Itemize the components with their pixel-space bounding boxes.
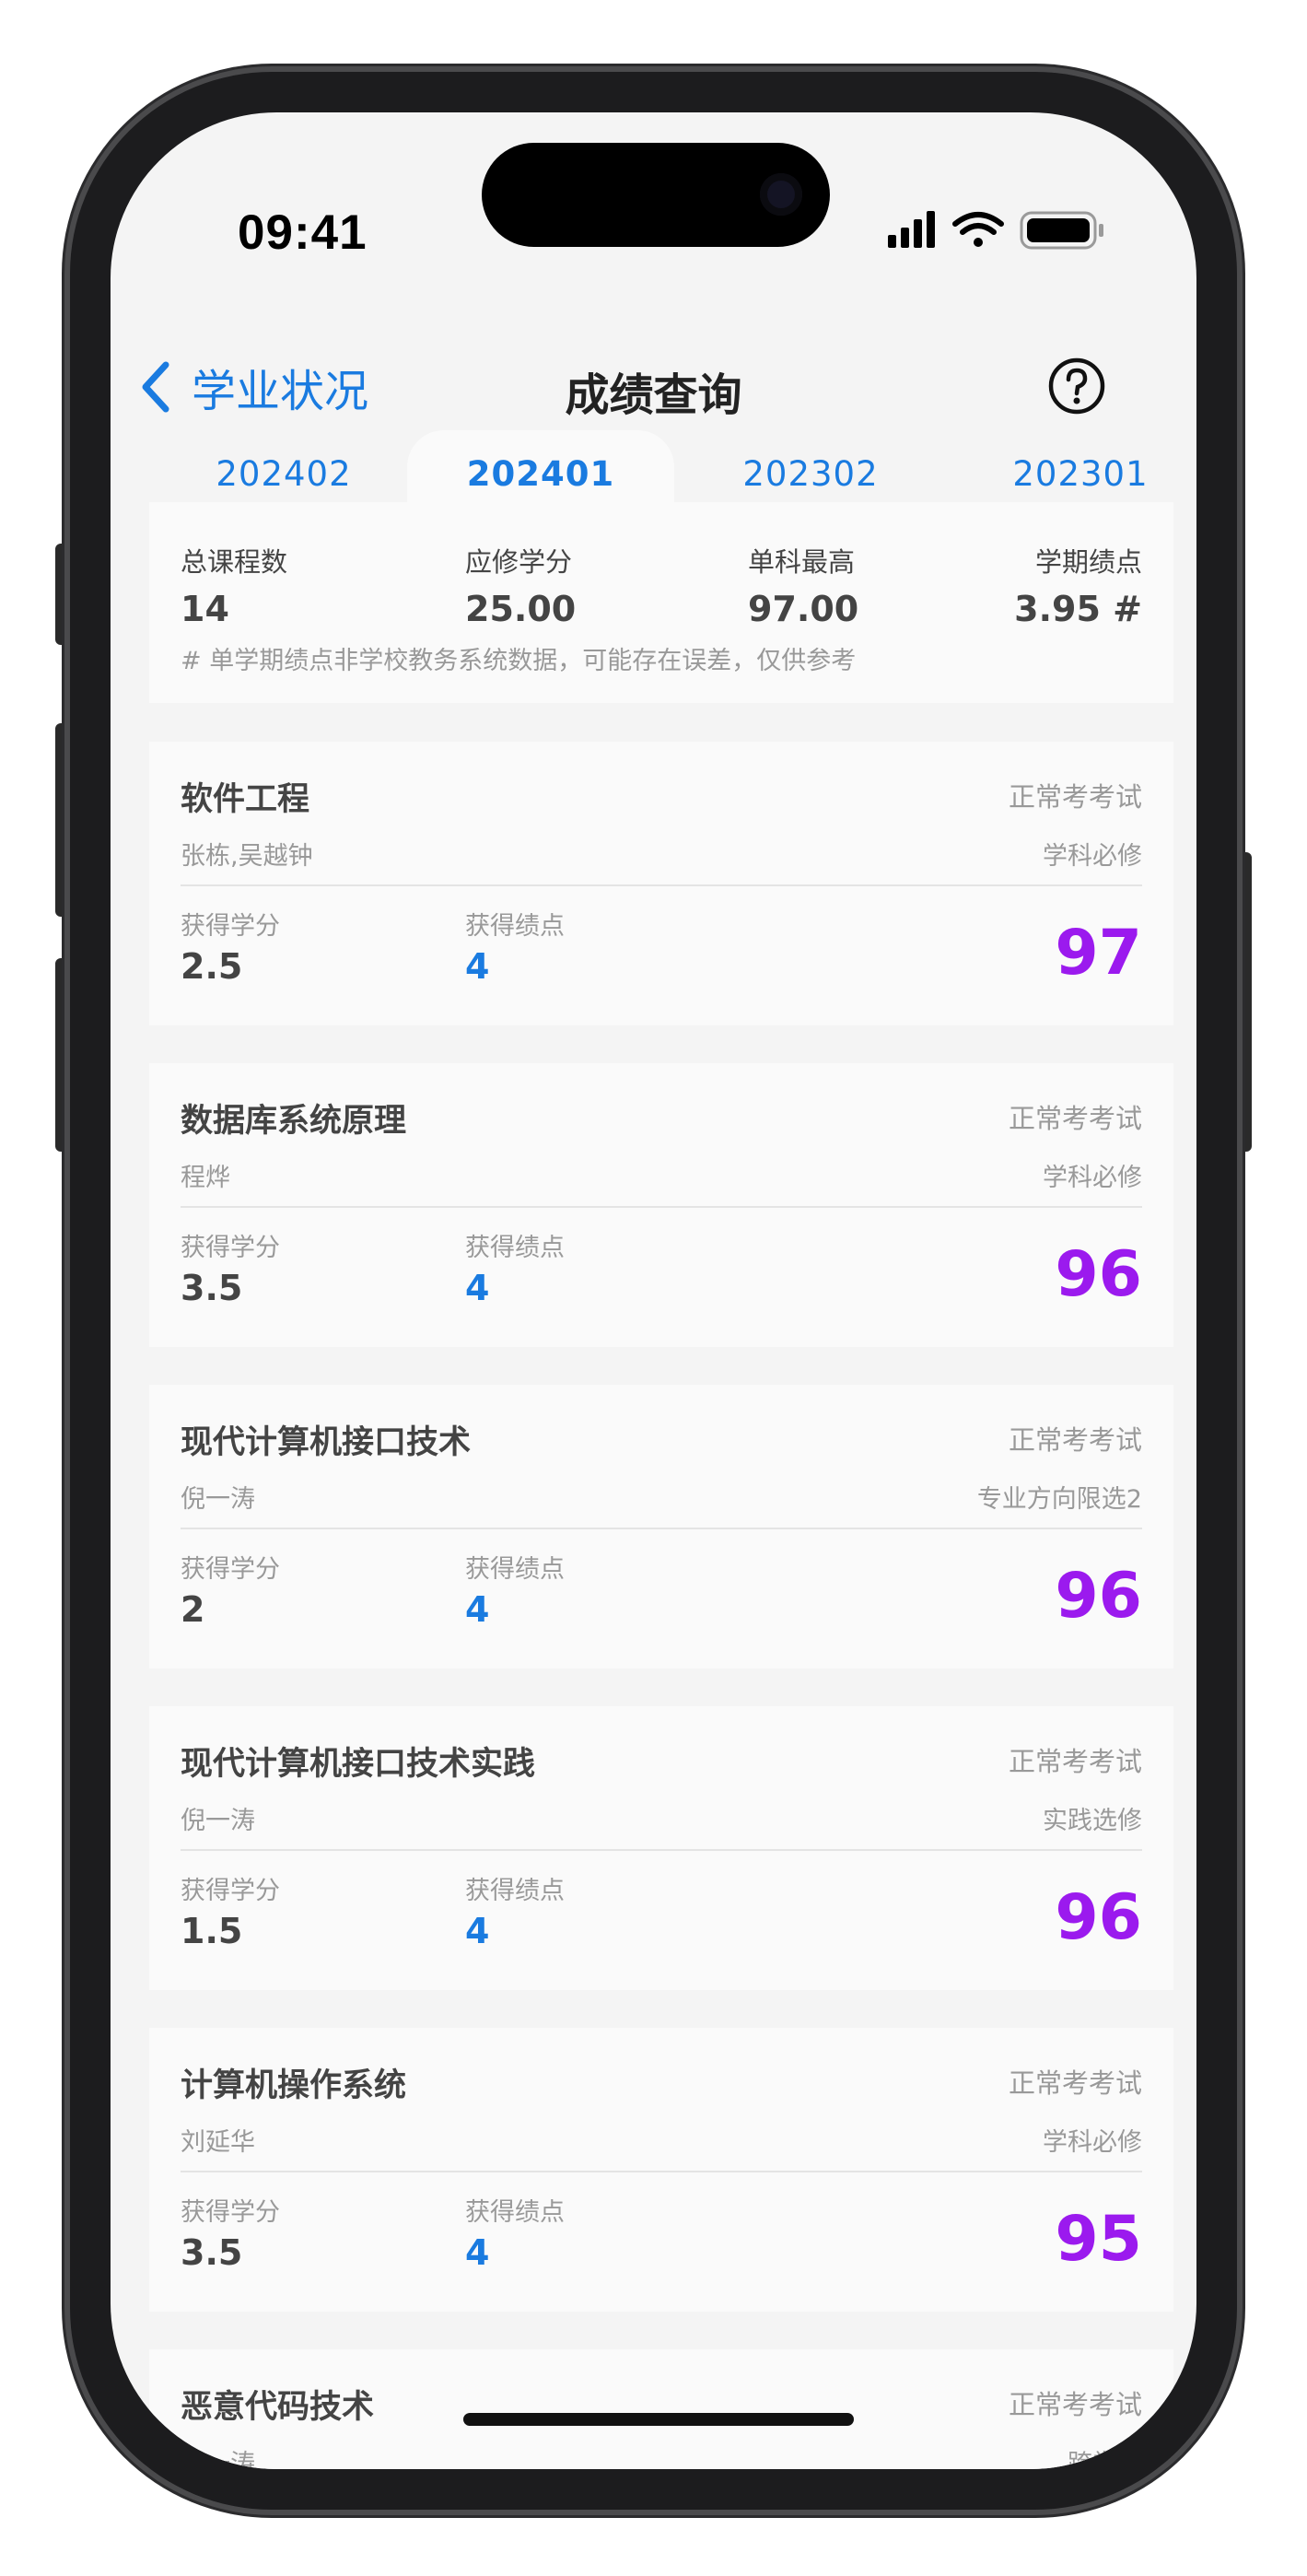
term-gpa-label: 学期绩点 — [1034, 546, 1142, 578]
course-card[interactable]: 数据库系统原理 程烨 正常考考试 学科必修 获得学分 获得绩点 3.5 4 96 — [149, 1063, 1173, 1347]
course-category: 跨学科 — [1068, 2450, 1142, 2469]
status-icons — [888, 209, 1109, 252]
credits-label: 获得学分 — [181, 912, 280, 941]
exam-type: 正常考考试 — [1008, 2067, 1142, 2099]
score-value: 96 — [1055, 1881, 1142, 1954]
course-teacher: 刘延华 — [181, 2128, 255, 2157]
exam-type: 正常考考试 — [1008, 1746, 1142, 1777]
course-name: 现代计算机接口技术实践 — [181, 1746, 536, 1783]
course-teacher: 倪一涛 — [181, 2450, 255, 2469]
help-button[interactable] — [1047, 357, 1106, 419]
credits-value: 3.5 — [181, 1268, 243, 1308]
course-name: 数据库系统原理 — [181, 1103, 407, 1140]
front-camera-icon — [760, 173, 802, 216]
term-summary-card: 总课程数 14 应修学分 25.00 单科最高 97.00 学期绩点 3.95 … — [149, 502, 1173, 703]
home-indicator[interactable] — [463, 2413, 854, 2426]
wifi-icon — [952, 212, 1004, 247]
credits-label: 获得学分 — [181, 2198, 280, 2227]
required-credits-value: 25.00 — [465, 589, 577, 629]
gpa-disclaimer: # 单学期绩点非学校教务系统数据，可能存在误差，仅供参考 — [181, 647, 857, 675]
credits-label: 获得学分 — [181, 1877, 280, 1905]
divider — [181, 1528, 1142, 1529]
credits-value: 1.5 — [181, 1911, 243, 1951]
phone-screen: 09:41 学业状况 成绩查询 202402 202401 202302 202… — [111, 112, 1196, 2469]
course-card[interactable]: 计算机操作系统 刘延华 正常考考试 学科必修 获得学分 获得绩点 3.5 4 9… — [149, 2028, 1173, 2312]
total-courses: 总课程数 14 — [181, 541, 287, 629]
gpa-label: 获得绩点 — [465, 1877, 565, 1905]
course-teacher: 倪一涛 — [181, 1807, 255, 1835]
course-name: 恶意代码技术 — [181, 2389, 375, 2426]
highest-score: 单科最高 97.00 — [748, 541, 858, 629]
credits-value: 3.5 — [181, 2232, 243, 2273]
course-category: 学科必修 — [1043, 842, 1142, 871]
term-gpa: 学期绩点 3.95 # — [1014, 541, 1142, 629]
course-teacher: 张栋,吴越钟 — [181, 842, 313, 871]
course-card[interactable]: 软件工程 张栋,吴越钟 正常考考试 学科必修 获得学分 获得绩点 2.5 4 9… — [149, 742, 1173, 1025]
phone-frame: 09:41 学业状况 成绩查询 202402 202401 202302 202… — [64, 66, 1243, 2515]
course-category: 实践选修 — [1043, 1807, 1142, 1835]
total-courses-value: 14 — [181, 589, 229, 629]
credits-label: 获得学分 — [181, 1555, 280, 1584]
cellular-signal-icon — [888, 211, 935, 248]
course-card[interactable]: 现代计算机接口技术实践 倪一涛 正常考考试 实践选修 获得学分 获得绩点 1.5… — [149, 1706, 1173, 1990]
score-value: 96 — [1055, 1238, 1142, 1311]
score-value: 95 — [1055, 2203, 1142, 2276]
credits-value: 2 — [181, 1589, 205, 1630]
divider — [181, 884, 1142, 886]
divider — [181, 2171, 1142, 2172]
course-category: 专业方向限选2 — [976, 1485, 1142, 1514]
course-name: 现代计算机接口技术 — [181, 1424, 472, 1461]
exam-type: 正常考考试 — [1008, 1424, 1142, 1456]
course-card[interactable]: 恶意代码技术 倪一涛 正常考考试 跨学科 — [149, 2349, 1173, 2469]
gpa-label: 获得绩点 — [465, 1555, 565, 1584]
credits-value: 2.5 — [181, 946, 243, 987]
status-time: 09:41 — [238, 205, 368, 260]
score-value: 96 — [1055, 1560, 1142, 1633]
dynamic-island — [482, 143, 830, 247]
gpa-value: 4 — [465, 1268, 490, 1308]
gpa-value: 4 — [465, 1589, 490, 1630]
course-name: 软件工程 — [181, 781, 310, 818]
gpa-label: 获得绩点 — [465, 2198, 565, 2227]
score-value: 97 — [1055, 917, 1142, 989]
highest-score-label: 单科最高 — [748, 546, 856, 578]
course-category: 学科必修 — [1043, 2128, 1142, 2157]
question-circle-icon — [1048, 357, 1105, 415]
required-credits-label: 应修学分 — [465, 546, 573, 578]
gpa-value: 4 — [465, 946, 490, 987]
exam-type: 正常考考试 — [1008, 1103, 1142, 1134]
course-category: 学科必修 — [1043, 1164, 1142, 1192]
gpa-label: 获得绩点 — [465, 912, 565, 941]
course-card[interactable]: 现代计算机接口技术 倪一涛 正常考考试 专业方向限选2 获得学分 获得绩点 2 … — [149, 1385, 1173, 1669]
gpa-value: 4 — [465, 1911, 490, 1951]
credits-label: 获得学分 — [181, 1234, 280, 1262]
divider — [181, 1849, 1142, 1851]
divider — [181, 1206, 1142, 1208]
battery-icon — [1020, 211, 1103, 250]
exam-type: 正常考考试 — [1008, 2389, 1142, 2420]
required-credits: 应修学分 25.00 — [465, 541, 576, 629]
exam-type: 正常考考试 — [1008, 781, 1142, 813]
gpa-label: 获得绩点 — [465, 1234, 565, 1262]
total-courses-label: 总课程数 — [181, 546, 288, 578]
highest-score-value: 97.00 — [748, 589, 859, 629]
gpa-value: 4 — [465, 2232, 490, 2273]
course-teacher: 程烨 — [181, 1164, 230, 1192]
course-teacher: 倪一涛 — [181, 1485, 255, 1514]
page-title: 成绩查询 — [565, 369, 742, 421]
course-name: 计算机操作系统 — [181, 2067, 407, 2104]
term-gpa-value: 3.95 # — [1014, 589, 1142, 629]
